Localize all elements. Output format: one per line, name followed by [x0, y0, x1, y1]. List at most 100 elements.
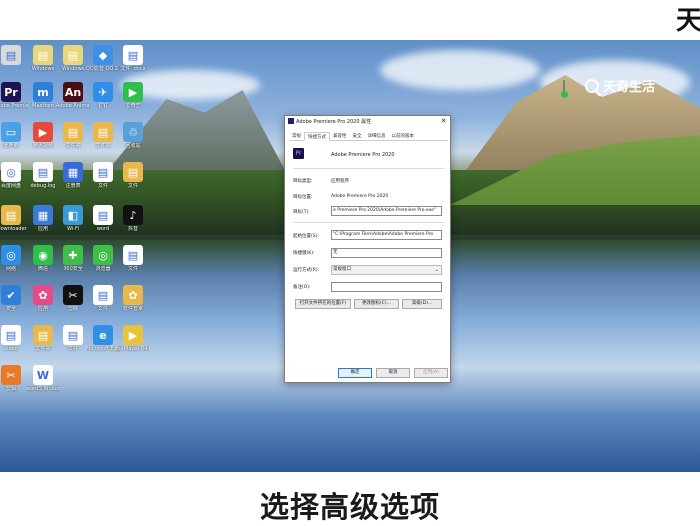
desktop-icon[interactable]: PrAdobe Premiere: [0, 82, 28, 109]
desktop-icon-label: 文件: [127, 266, 138, 272]
desktop-icon[interactable]: ▤ 文件夹: [26, 325, 60, 352]
desktop-icon[interactable]: ◉ 微信: [26, 245, 60, 272]
desktop-icon[interactable]: ▤ 文件 .docx: [116, 45, 150, 72]
app-icon: ▤: [63, 122, 83, 142]
desktop-icon-label: Maxthon: [32, 103, 54, 109]
cancel-button[interactable]: 取消: [376, 368, 410, 378]
app-icon: e: [93, 325, 113, 345]
desktop-icon[interactable]: ▤ Windows: [56, 45, 90, 72]
run-select[interactable]: 常规窗口 ⌄: [331, 265, 442, 275]
open-file-location-button[interactable]: 打开文件所在的位置(F): [295, 299, 351, 309]
app-icon: ◎: [1, 245, 21, 265]
app-icon: ✿: [33, 285, 53, 305]
app-icon: ▤: [123, 162, 143, 182]
desktop-icon-label: 爱奇艺: [125, 103, 141, 109]
desktop-icon-label: 文件: [97, 183, 108, 189]
tab-0[interactable]: 常规: [289, 132, 304, 140]
desktop-icon-label: 抖音: [127, 226, 138, 232]
desktop-icon[interactable]: ▤ 文件: [86, 285, 120, 312]
shortcut-key-field[interactable]: 无: [331, 248, 442, 258]
app-icon: ▦: [33, 205, 53, 225]
comment-field[interactable]: [331, 282, 442, 292]
premiere-small-icon: [288, 118, 294, 124]
desktop-icon[interactable]: ▤ video: [0, 325, 28, 352]
desktop-icon[interactable]: ▤ debug.log: [26, 162, 60, 189]
desktop-icon[interactable]: ♲ 回收站: [116, 122, 150, 149]
change-icon-button[interactable]: 更改图标(C)...: [354, 299, 399, 309]
tab-5[interactable]: 以前的版本: [389, 132, 418, 140]
desktop-icon-label: 百度网盘: [0, 183, 21, 189]
app-icon: ▤: [123, 45, 143, 65]
desktop-icon[interactable]: ✔ 安全: [0, 285, 28, 312]
desktop-icon[interactable]: ▤ 文件夹: [56, 122, 90, 149]
desktop-icon[interactable]: ▶ 腾讯视频: [26, 122, 60, 149]
desktop-icon[interactable]: ▶ 爱奇艺: [116, 82, 150, 109]
desktop-icon[interactable]: Wword文档 .docx: [26, 365, 60, 392]
desktop: 天奇生活 ▤ ▤ Windows ▤ Windows ◆ QQ影音 QQ 2.0 ▤ 文件 .d…: [0, 40, 700, 472]
desktop-icon[interactable]: ✚ 360安全: [56, 245, 90, 272]
desktop-icon[interactable]: ▦ 应用: [26, 205, 60, 232]
tab-2[interactable]: 兼容性: [330, 132, 350, 140]
target-field[interactable]: e Premiere Pro 2020\Adobe Premiere Pro.e…: [331, 206, 442, 216]
desktop-icon-label: 文件: [97, 306, 108, 312]
app-icon: ◎: [93, 245, 113, 265]
target-type-label: 目标类型:: [293, 179, 313, 184]
desktop-icon[interactable]: ◆ QQ影音 QQ 2.0: [86, 45, 120, 72]
desktop-icon[interactable]: ▤JDownloader: [0, 205, 28, 232]
tab-1[interactable]: 快捷方式: [304, 132, 330, 141]
desktop-icon[interactable]: ▤ 文件: [116, 245, 150, 272]
tab-3[interactable]: 安全: [350, 132, 365, 140]
desktop-icon[interactable]: ✈ 钉钉: [86, 82, 120, 109]
chevron-down-icon: ⌄: [434, 267, 439, 273]
dialog-titlebar[interactable]: Adobe Premiere Pro 2020 属性: [285, 116, 450, 126]
desktop-icon[interactable]: ▶PotPlayer 64 bit: [116, 325, 150, 352]
desktop-icon[interactable]: AnAdobe Animate: [56, 82, 90, 109]
tab-4[interactable]: 详细信息: [365, 132, 389, 140]
desktop-icon[interactable]: ◎ 网络: [0, 245, 28, 272]
desktop-icon[interactable]: ▤ 文件: [56, 325, 90, 352]
app-icon: ▤: [33, 45, 53, 65]
apply-button[interactable]: 应用(A): [414, 368, 448, 378]
app-icon: ▶: [123, 82, 143, 102]
desktop-icon-label: 文件 .docx: [120, 66, 146, 72]
desktop-icon[interactable]: ▭ 此电脑: [0, 122, 28, 149]
app-icon: ▤: [93, 122, 113, 142]
desktop-icon[interactable]: ✿ 应用: [26, 285, 60, 312]
program-name: Adobe Premiere Pro 2020: [331, 152, 395, 158]
desktop-icon[interactable]: ◎ 百度网盘: [0, 162, 28, 189]
desktop-icon[interactable]: ▤ 文件: [116, 162, 150, 189]
app-icon: ▤: [33, 162, 53, 182]
advanced-button[interactable]: 高级(D)...: [402, 299, 442, 309]
desktop-icon[interactable]: ✂ 剪映: [56, 285, 90, 312]
app-icon: ◉: [33, 245, 53, 265]
app-icon: ▤: [93, 162, 113, 182]
desktop-icon[interactable]: ▤ Windows: [26, 45, 60, 72]
desktop-icon[interactable]: ✿ 软件管家: [116, 285, 150, 312]
start-in-label: 起始位置(S):: [293, 234, 319, 239]
desktop-icon[interactable]: ▤ word: [86, 205, 120, 232]
desktop-icon[interactable]: ✂ 剪辑: [0, 365, 28, 392]
desktop-icon[interactable]: ▤ 文件: [86, 162, 120, 189]
app-icon: ♪: [123, 205, 143, 225]
app-icon: ✂: [1, 365, 21, 385]
desktop-icon-label: 剪辑: [5, 386, 16, 392]
desktop-icon-label: 微信: [37, 266, 48, 272]
desktop-icon[interactable]: ▤: [0, 45, 28, 66]
app-icon: ▤: [63, 325, 83, 345]
start-in-field[interactable]: "C:\Program Files\Adobe\Adobe Premiere P…: [331, 230, 442, 240]
desktop-icon[interactable]: ▦ 注册表: [56, 162, 90, 189]
app-icon: ✚: [63, 245, 83, 265]
desktop-icon-label: 文件夹: [35, 346, 51, 352]
app-icon: ◧: [63, 205, 83, 225]
desktop-icon[interactable]: ◧ Wi-Fi: [56, 205, 90, 232]
desktop-icon[interactable]: m Maxthon: [26, 82, 60, 109]
ok-button[interactable]: 确定: [338, 368, 372, 378]
app-icon: ✈: [93, 82, 113, 102]
desktop-icon[interactable]: ◎ 浏览器: [86, 245, 120, 272]
desktop-icon[interactable]: ♪ 抖音: [116, 205, 150, 232]
top-band: [0, 0, 700, 40]
run-select-value: 常规窗口: [333, 267, 351, 272]
close-icon[interactable]: ✕: [439, 117, 448, 125]
desktop-icon[interactable]: e Microsoft Edge: [86, 325, 120, 352]
desktop-icon[interactable]: ▤ 文件夹: [86, 122, 120, 149]
